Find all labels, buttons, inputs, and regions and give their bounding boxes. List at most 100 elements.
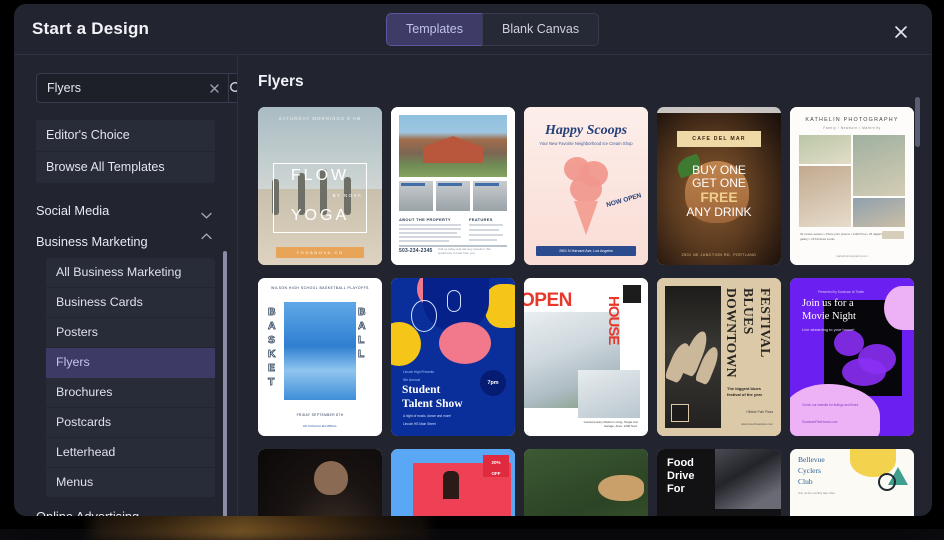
close-icon[interactable] [893, 24, 909, 40]
sidebar-item-brochures[interactable]: Brochures [46, 378, 215, 408]
template-card-bellevue-cyclers-club[interactable]: Bellevue Cyclers Club Join us the monthl… [790, 449, 914, 516]
basketball-footer: FRIDAY SEPTEMBER 8TH [258, 413, 382, 418]
category-label: Business Marketing [36, 234, 148, 249]
movie-subtitle: Live streaming to your house! [802, 327, 854, 332]
property-note: Call us today and ask any question. We w… [438, 247, 498, 255]
yoga-title1: FLOW [258, 167, 382, 185]
sidebar-item-letterhead[interactable]: Letterhead [46, 438, 215, 468]
template-card-sale-20-off[interactable]: 20% OFF [391, 449, 515, 516]
blues-venue: Hillside Park Plaza [746, 410, 773, 414]
template-card-dark-portrait[interactable] [258, 449, 382, 516]
scoops-subtitle: Your New Favorite Neighborhood Ice Cream… [524, 141, 648, 147]
template-grid-scrollbar[interactable] [915, 97, 920, 147]
tab-blank-canvas[interactable]: Blank Canvas [482, 13, 599, 46]
food-line1: Food [667, 457, 694, 469]
template-card-student-talent-show[interactable]: Lincoln High Presents 5th Annual Student… [391, 278, 515, 436]
category-header-online-advertising[interactable]: Online Advertising [36, 501, 215, 516]
tab-templates[interactable]: Templates [386, 13, 482, 46]
category-business-marketing: Business Marketing All Business Marketin… [14, 226, 237, 497]
search-input[interactable] [47, 81, 208, 95]
modal-body: Editor's Choice Browse All Templates Soc… [14, 55, 932, 516]
photo-subtitle: Family / Newborn / Maternity [790, 126, 914, 130]
sidebar-scrollbar[interactable] [223, 251, 227, 516]
sidebar-item-postcards[interactable]: Postcards [46, 408, 215, 438]
movie-presented: Presented by Sundown at Tinder [818, 290, 864, 294]
cafe-ribbon: CAFE DEL MAR [677, 131, 761, 147]
category-header-social-media[interactable]: Social Media [36, 195, 215, 226]
talent-time: 7pm [480, 370, 506, 396]
template-card-open-house[interactable]: OPEN HOUSE Contemporary Modern Living. S… [524, 278, 648, 436]
template-card-basketball[interactable]: WILSON HIGH SCHOOL BASKETBALL PLAYOFFS B… [258, 278, 382, 436]
cyclers-line1: Bellevue [798, 455, 825, 464]
template-card-property-listing[interactable]: ABOUT THE PROPERTY FEATURES 503-234-2345 [391, 107, 515, 265]
chevron-up-icon [201, 238, 212, 245]
movie-title2: Movie Night [802, 311, 856, 322]
template-card-food-drive[interactable]: Food Drive For [657, 449, 781, 516]
template-card-happy-scoops[interactable]: Happy Scoops Your New Favorite Neighborh… [524, 107, 648, 265]
chevron-down-icon [201, 207, 212, 214]
talent-detail1: A night of music, dance and more! [403, 414, 451, 418]
search-icon [229, 81, 238, 95]
photo-title: KATHELIN PHOTOGRAPHY [790, 117, 914, 123]
property-phone: 503-234-2345 [399, 248, 433, 254]
movie-footer1: Check our website for listings and times [802, 403, 862, 408]
clear-search-icon[interactable] [208, 82, 221, 95]
food-line3: For [667, 483, 685, 495]
template-card-downtown-blues-festival[interactable]: FESTIVAL BLUES DOWNTOWN The biggest blue… [657, 278, 781, 436]
blues-word2: BLUES [740, 288, 756, 335]
category-label: Online Advertising [36, 509, 139, 516]
category-online-advertising: Online Advertising [14, 501, 237, 516]
sidebar-item-browse-all-templates[interactable]: Browse All Templates [36, 152, 215, 183]
talent-presents: Lincoln High Presents [403, 370, 434, 374]
search-row [36, 73, 215, 103]
blues-word3: FESTIVAL [757, 288, 773, 358]
talent-detail2: Lincoln HS Main Street [403, 422, 436, 426]
mode-tab-group: Templates Blank Canvas [386, 13, 599, 46]
cyclers-small: Join us the monthly bike rides [798, 491, 842, 495]
food-line2: Drive [667, 470, 695, 482]
start-a-design-modal: Start a Design Templates Blank Canvas [14, 4, 932, 516]
cyclers-line2: Cyclers [798, 466, 821, 475]
template-card-movie-night[interactable]: Presented by Sundown at Tinder Join us f… [790, 278, 914, 436]
sidebar-item-menus[interactable]: Menus [46, 468, 215, 497]
yoga-by: BY NOVA [333, 193, 362, 198]
sidebar-item-posters[interactable]: Posters [46, 318, 215, 348]
cafe-line2: GET ONE [657, 176, 781, 190]
template-card-kathelin-photography[interactable]: KATHELIN PHOTOGRAPHY Family / Newborn / … [790, 107, 914, 265]
template-gallery: Flyers SATURDAY MORNINGS 8 AM FLOW BY NO… [238, 55, 932, 516]
sale-badge-off: OFF [483, 466, 509, 477]
blues-word1: DOWNTOWN [723, 288, 739, 378]
template-grid: SATURDAY MORNINGS 8 AM FLOW BY NOVA YOGA… [258, 107, 932, 516]
scoops-title: Happy Scoops [524, 123, 648, 139]
basketball-header: WILSON HIGH SCHOOL BASKETBALL PLAYOFFS [258, 286, 382, 291]
sidebar-item-business-cards[interactable]: Business Cards [46, 288, 215, 318]
property-section1: ABOUT THE PROPERTY [399, 217, 451, 222]
sidebar-item-all-business-marketing[interactable]: All Business Marketing [46, 258, 215, 288]
search-button[interactable] [229, 73, 238, 103]
property-section2: FEATURES [469, 217, 493, 222]
yoga-title2: YOGA [258, 207, 382, 225]
chevron-down-icon [201, 513, 212, 516]
cafe-footer: 2501 NE JUNCTION RD, PORTLAND [657, 253, 781, 257]
sidebar-item-flyers[interactable]: Flyers [46, 348, 215, 378]
movie-title1: Join us for a [802, 298, 854, 309]
page-title: Start a Design [32, 19, 149, 39]
scoops-address: 2501 N Harvard Ave, Los Angeles [536, 246, 636, 256]
category-label: Social Media [36, 203, 109, 218]
cyclers-line3: Club [798, 477, 813, 486]
talent-title2: Talent Show [402, 398, 463, 410]
template-card-dog-nature[interactable] [524, 449, 648, 516]
template-card-flow-yoga[interactable]: SATURDAY MORNINGS 8 AM FLOW BY NOVA YOGA… [258, 107, 382, 265]
sale-badge-percent: 20% [483, 455, 509, 466]
openhouse-word2: HOUSE [605, 296, 622, 344]
openhouse-caption: Contemporary Modern Living. Single Car G… [582, 420, 638, 428]
photo-website: kathelinphotography.com [790, 254, 914, 258]
search-field[interactable] [36, 73, 229, 103]
blues-website: downtownbluesfest.com [741, 422, 773, 426]
sidebar-item-editors-choice[interactable]: Editor's Choice [36, 120, 215, 152]
yoga-footer: YOGANOVA.CO [276, 247, 364, 258]
category-header-business-marketing[interactable]: Business Marketing [36, 226, 215, 257]
category-children-business-marketing: All Business Marketing Business Cards Po… [46, 258, 215, 497]
template-card-cafe-del-mar[interactable]: CAFE DEL MAR BUY ONE GET ONE FREE ANY DR… [657, 107, 781, 265]
talent-title1: Student [402, 384, 440, 396]
